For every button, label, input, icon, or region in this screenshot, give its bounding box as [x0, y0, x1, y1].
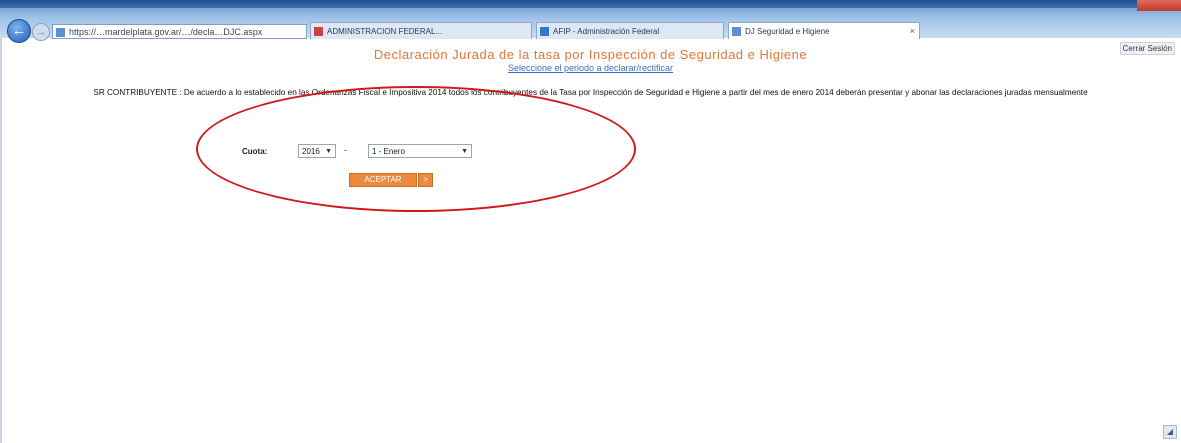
page-title: Declaración Jurada de la tasa por Inspec… — [373, 47, 808, 62]
dropdown-arrow-icon: ▼ — [325, 148, 332, 155]
site-favicon-icon — [56, 28, 65, 37]
year-value: 2016 — [302, 147, 320, 156]
title-bar — [0, 0, 1181, 11]
forward-arrow-icon[interactable]: → — [32, 23, 50, 41]
select-period-link[interactable]: Seleccione el periodo a declarar/rectifi… — [0, 63, 1181, 73]
tab-dj-seguridad[interactable]: DJ Seguridad e Higiene × — [728, 22, 920, 39]
tab-favicon-icon — [314, 27, 323, 36]
taxpayer-notice: SR CONTRIBUYENTE : De acuerdo a lo estab… — [93, 88, 1088, 97]
year-select[interactable]: 2016 ▼ — [298, 144, 336, 158]
dropdown-arrow-icon: ▼ — [461, 148, 468, 155]
tab-close-icon[interactable]: × — [910, 23, 915, 39]
period-separator: - — [344, 145, 347, 155]
month-select[interactable]: 1 - Enero ▼ — [368, 144, 472, 158]
address-bar[interactable]: https://…mardelplata.gov.ar/…/decla…DJC.… — [52, 24, 307, 39]
accept-arrow-button[interactable]: > — [418, 173, 433, 187]
tab-administracion[interactable]: ADMINISTRACION FEDERAL... — [310, 22, 532, 39]
tab-favicon-icon — [732, 27, 741, 36]
accept-button[interactable]: ACEPTAR — [349, 173, 417, 187]
month-value: 1 - Enero — [372, 147, 405, 156]
resize-corner-icon[interactable]: ◢ — [1163, 425, 1177, 439]
address-url: https://…mardelplata.gov.ar/…/decla…DJC.… — [69, 27, 263, 37]
tab-label: ADMINISTRACION FEDERAL... — [327, 27, 443, 36]
frame-edge — [0, 38, 2, 443]
tab-afip[interactable]: AFIP - Administración Federal — [536, 22, 724, 39]
browser-chrome: ← → https://…mardelplata.gov.ar/…/decla…… — [0, 0, 1181, 43]
back-arrow-icon[interactable]: ← — [7, 19, 31, 43]
cuota-label: Cuota: — [242, 147, 268, 156]
tab-label: DJ Seguridad e Higiene — [745, 27, 830, 36]
tab-favicon-icon — [540, 27, 549, 36]
tab-label: AFIP - Administración Federal — [553, 27, 660, 36]
window-close-button[interactable] — [1137, 0, 1181, 11]
